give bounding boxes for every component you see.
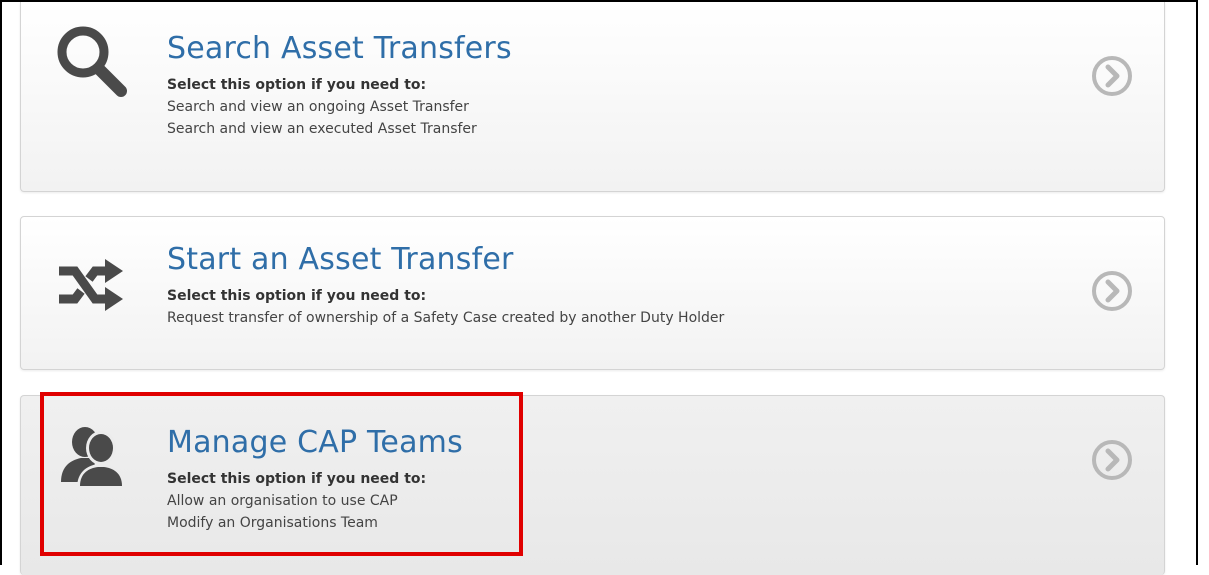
card-title[interactable]: Manage CAP Teams	[167, 424, 463, 462]
card-line: Request transfer of ownership of a Safet…	[167, 310, 725, 326]
chevron-right-circle-icon[interactable]	[1090, 269, 1134, 313]
manage-cap-teams-card[interactable]: Manage CAP Teams Select this option if y…	[20, 395, 1165, 575]
card-title[interactable]: Start an Asset Transfer	[167, 241, 724, 279]
card-subtitle: Select this option if you need to:	[167, 288, 427, 304]
search-asset-transfers-card[interactable]: Search Asset Transfers Select this optio…	[20, 2, 1165, 192]
card-line: Modify an Organisations Team	[167, 515, 378, 531]
chevron-right-circle-icon[interactable]	[1090, 54, 1134, 98]
card-line: Search and view an executed Asset Transf…	[167, 121, 477, 137]
start-asset-transfer-card[interactable]: Start an Asset Transfer Select this opti…	[20, 216, 1165, 370]
card-line: Allow an organisation to use CAP	[167, 493, 398, 509]
card-subtitle: Select this option if you need to:	[167, 77, 427, 93]
card-text: Manage CAP Teams Select this option if y…	[167, 424, 463, 534]
users-icon	[51, 416, 131, 496]
card-line: Search and view an ongoing Asset Transfe…	[167, 99, 469, 115]
card-title[interactable]: Search Asset Transfers	[167, 30, 512, 68]
card-text: Search Asset Transfers Select this optio…	[167, 30, 512, 140]
page-frame: Search Asset Transfers Select this optio…	[0, 0, 1198, 575]
card-subtitle: Select this option if you need to:	[167, 471, 427, 487]
chevron-right-circle-icon[interactable]	[1090, 438, 1134, 482]
shuffle-icon	[51, 245, 131, 325]
magnifier-icon	[51, 22, 131, 102]
card-text: Start an Asset Transfer Select this opti…	[167, 241, 724, 329]
